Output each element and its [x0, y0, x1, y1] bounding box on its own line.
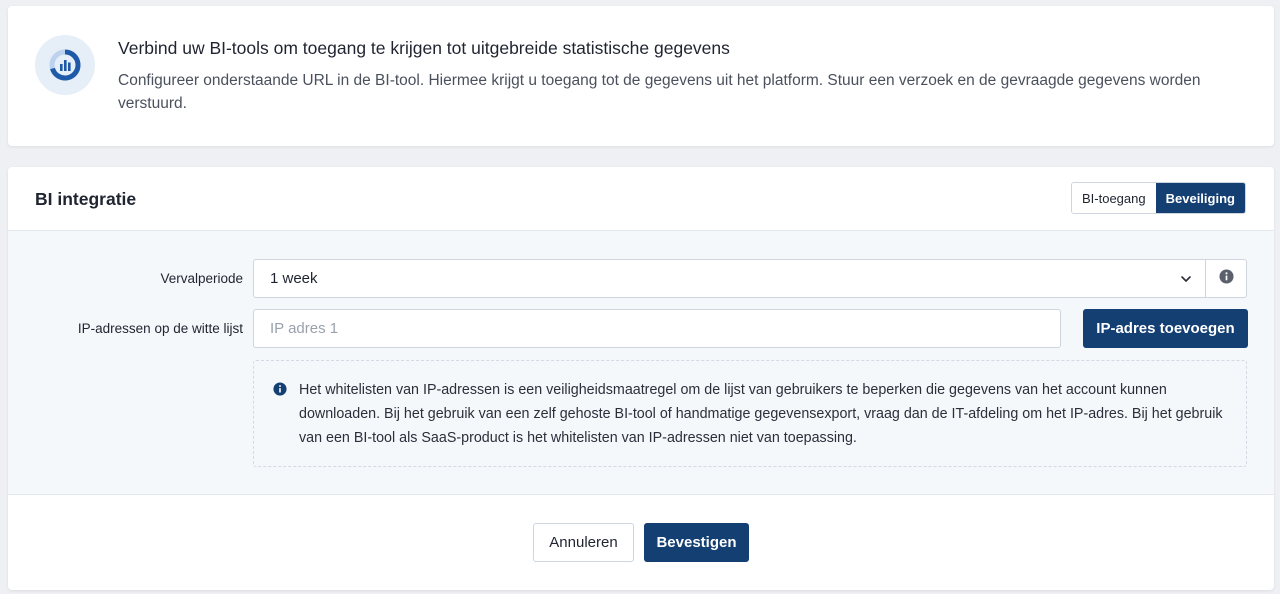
info-icon	[1218, 268, 1234, 289]
chart-donut-icon	[35, 35, 95, 95]
expiry-select[interactable]: 1 week	[253, 259, 1206, 298]
expiry-info-button[interactable]	[1205, 259, 1247, 298]
whitelist-note-text: Het whitelisten van IP-adressen is een v…	[299, 382, 1223, 446]
whitelist-label: IP-adressen op de witte lijst	[77, 321, 243, 336]
tab-switcher: BI-toegang Beveiliging	[1071, 182, 1246, 214]
card-header: BI integratie BI-toegang Beveiliging	[8, 167, 1274, 231]
intro-title: Verbind uw BI-tools om toegang te krijge…	[118, 38, 730, 58]
intro-card: Verbind uw BI-tools om toegang te krijge…	[8, 6, 1274, 146]
tab-bi-access[interactable]: BI-toegang	[1072, 183, 1156, 213]
add-ip-button[interactable]: IP-adres toevoegen	[1083, 309, 1248, 348]
whitelist-note: Het whitelisten van IP-adressen is een v…	[253, 360, 1247, 467]
intro-description: Configureer onderstaande URL in de BI-to…	[118, 72, 1201, 112]
expiry-value: 1 week	[270, 270, 318, 287]
bi-integration-card: BI integratie BI-toegang Beveiliging Ver…	[8, 167, 1274, 590]
confirm-button[interactable]: Bevestigen	[644, 523, 749, 562]
form-area: Vervalperiode 1 week IP-adressen op de w…	[8, 231, 1274, 495]
chevron-down-icon	[1179, 272, 1193, 290]
card-title: BI integratie	[35, 189, 137, 209]
info-icon	[273, 382, 287, 401]
ip-address-input[interactable]	[253, 309, 1061, 348]
expiry-label: Vervalperiode	[160, 271, 243, 286]
cancel-button[interactable]: Annuleren	[533, 523, 634, 562]
tab-security[interactable]: Beveiliging	[1155, 183, 1245, 213]
